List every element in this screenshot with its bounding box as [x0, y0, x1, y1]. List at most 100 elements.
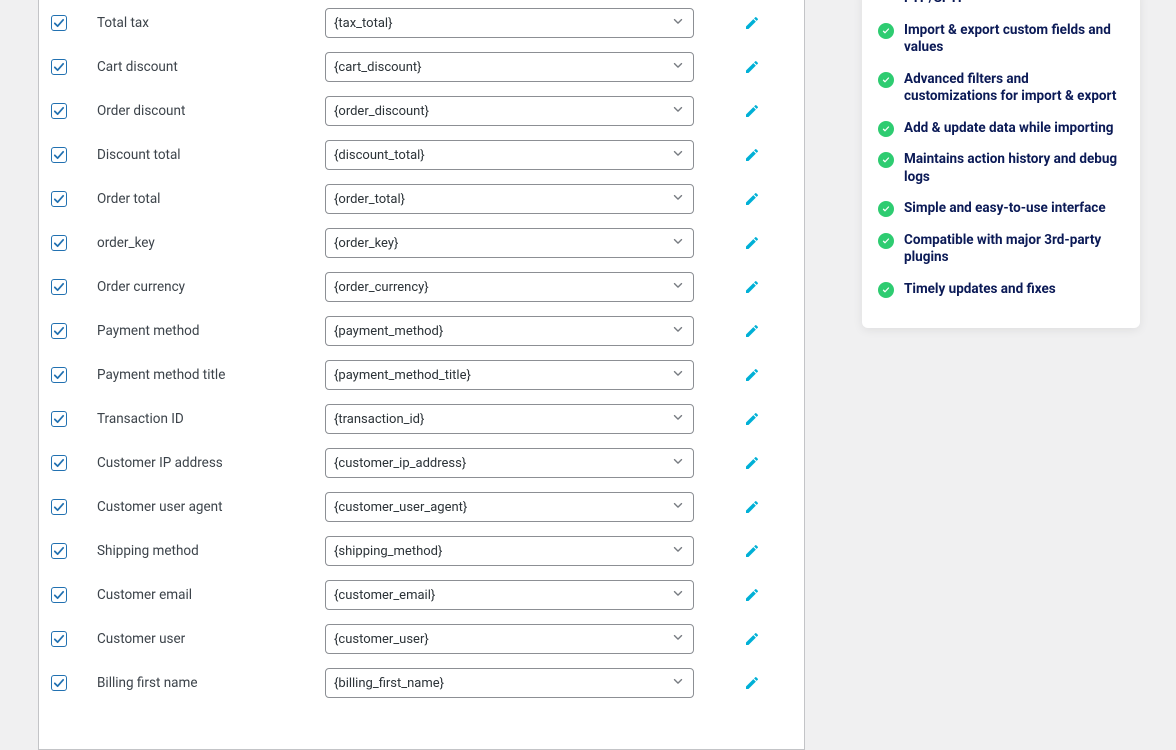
field-checkbox[interactable]	[51, 323, 67, 339]
checkbox-cell	[49, 279, 97, 295]
field-select[interactable]: {customer_user_agent}	[325, 492, 694, 522]
select-value: {order_key}	[334, 236, 398, 251]
pencil-icon[interactable]	[744, 15, 760, 31]
edit-cell	[694, 323, 764, 339]
check-circle-icon	[878, 282, 894, 298]
pencil-icon[interactable]	[744, 103, 760, 119]
select-cell: {billing_first_name}	[325, 668, 694, 698]
edit-cell	[694, 631, 764, 647]
field-select[interactable]: {customer_ip_address}	[325, 448, 694, 478]
checkbox-cell	[49, 411, 97, 427]
edit-cell	[694, 587, 764, 603]
field-select[interactable]: {billing_first_name}	[325, 668, 694, 698]
edit-cell	[694, 499, 764, 515]
pencil-icon[interactable]	[744, 279, 760, 295]
field-row: Shipping method {shipping_method}	[49, 529, 784, 573]
pencil-icon[interactable]	[744, 499, 760, 515]
field-checkbox[interactable]	[51, 675, 67, 691]
chevron-down-icon	[671, 190, 685, 208]
field-select[interactable]: {order_key}	[325, 228, 694, 258]
field-select[interactable]: {payment_method_title}	[325, 360, 694, 390]
select-value: {billing_first_name}	[334, 676, 444, 691]
field-select[interactable]: {order_currency}	[325, 272, 694, 302]
pencil-icon[interactable]	[744, 367, 760, 383]
select-value: {order_discount}	[334, 104, 429, 119]
edit-cell	[694, 147, 764, 163]
field-row: Order currency {order_currency}	[49, 265, 784, 309]
field-label: Customer email	[97, 587, 325, 603]
field-select[interactable]: {tax_total}	[325, 8, 694, 38]
check-circle-icon	[878, 121, 894, 137]
field-select[interactable]: {order_total}	[325, 184, 694, 214]
field-checkbox[interactable]	[51, 411, 67, 427]
pencil-icon[interactable]	[744, 543, 760, 559]
feature-item: Import & export custom fields and values	[878, 15, 1124, 64]
feature-item: Maintains action history and debug logs	[878, 144, 1124, 193]
select-cell: {customer_user_agent}	[325, 492, 694, 522]
pencil-icon[interactable]	[744, 455, 760, 471]
field-checkbox[interactable]	[51, 587, 67, 603]
field-checkbox[interactable]	[51, 103, 67, 119]
field-select[interactable]: {cart_discount}	[325, 52, 694, 82]
checkbox-cell	[49, 103, 97, 119]
feature-text: Add & update data while importing	[904, 120, 1113, 138]
field-label: Payment method	[97, 323, 325, 339]
select-value: {order_total}	[334, 192, 405, 207]
pencil-icon[interactable]	[744, 631, 760, 647]
feature-text: Advanced filters and customizations for …	[904, 71, 1124, 106]
field-checkbox[interactable]	[51, 631, 67, 647]
feature-item: Timely updates and fixes	[878, 274, 1124, 306]
pencil-icon[interactable]	[744, 411, 760, 427]
feature-text: Compatible with major 3rd-party plugins	[904, 232, 1124, 267]
field-checkbox[interactable]	[51, 499, 67, 515]
field-checkbox[interactable]	[51, 235, 67, 251]
checkbox-cell	[49, 59, 97, 75]
field-row: Customer user agent {customer_user_agent…	[49, 485, 784, 529]
select-cell: {order_currency}	[325, 272, 694, 302]
pencil-icon[interactable]	[744, 675, 760, 691]
pencil-icon[interactable]	[744, 147, 760, 163]
pencil-icon[interactable]	[744, 587, 760, 603]
field-select[interactable]: {shipping_method}	[325, 536, 694, 566]
field-select[interactable]: {discount_total}	[325, 140, 694, 170]
field-row: order_key {order_key}	[49, 221, 784, 265]
select-value: {order_currency}	[334, 280, 429, 295]
check-circle-icon	[878, 152, 894, 168]
select-cell: {payment_method_title}	[325, 360, 694, 390]
field-select[interactable]: {customer_user}	[325, 624, 694, 654]
field-checkbox[interactable]	[51, 543, 67, 559]
edit-cell	[694, 411, 764, 427]
edit-cell	[694, 675, 764, 691]
field-select[interactable]: {transaction_id}	[325, 404, 694, 434]
edit-cell	[694, 235, 764, 251]
field-checkbox[interactable]	[51, 147, 67, 163]
field-row: Payment method title {payment_method_tit…	[49, 353, 784, 397]
pencil-icon[interactable]	[744, 191, 760, 207]
field-row: Billing first name {billing_first_name}	[49, 661, 784, 705]
select-cell: {tax_total}	[325, 8, 694, 38]
field-checkbox[interactable]	[51, 279, 67, 295]
select-value: {customer_user_agent}	[334, 500, 467, 515]
pencil-icon[interactable]	[744, 323, 760, 339]
field-checkbox[interactable]	[51, 191, 67, 207]
field-select[interactable]: {order_discount}	[325, 96, 694, 126]
chevron-down-icon	[671, 410, 685, 428]
field-select[interactable]: {payment_method}	[325, 316, 694, 346]
field-checkbox[interactable]	[51, 455, 67, 471]
field-checkbox[interactable]	[51, 367, 67, 383]
edit-cell	[694, 191, 764, 207]
field-checkbox[interactable]	[51, 15, 67, 31]
field-row: Total tax {tax_total}	[49, 1, 784, 45]
pencil-icon[interactable]	[744, 59, 760, 75]
feature-item: Compatible with major 3rd-party plugins	[878, 225, 1124, 274]
pencil-icon[interactable]	[744, 235, 760, 251]
field-checkbox[interactable]	[51, 59, 67, 75]
field-select[interactable]: {customer_email}	[325, 580, 694, 610]
select-cell: {order_key}	[325, 228, 694, 258]
chevron-down-icon	[671, 630, 685, 648]
checkbox-cell	[49, 675, 97, 691]
checkbox-cell	[49, 147, 97, 163]
feature-item: FTP/SFTP	[878, 0, 1124, 15]
checkbox-cell	[49, 323, 97, 339]
features-sidebar: FTP/SFTP Import & export custom fields a…	[862, 0, 1140, 328]
